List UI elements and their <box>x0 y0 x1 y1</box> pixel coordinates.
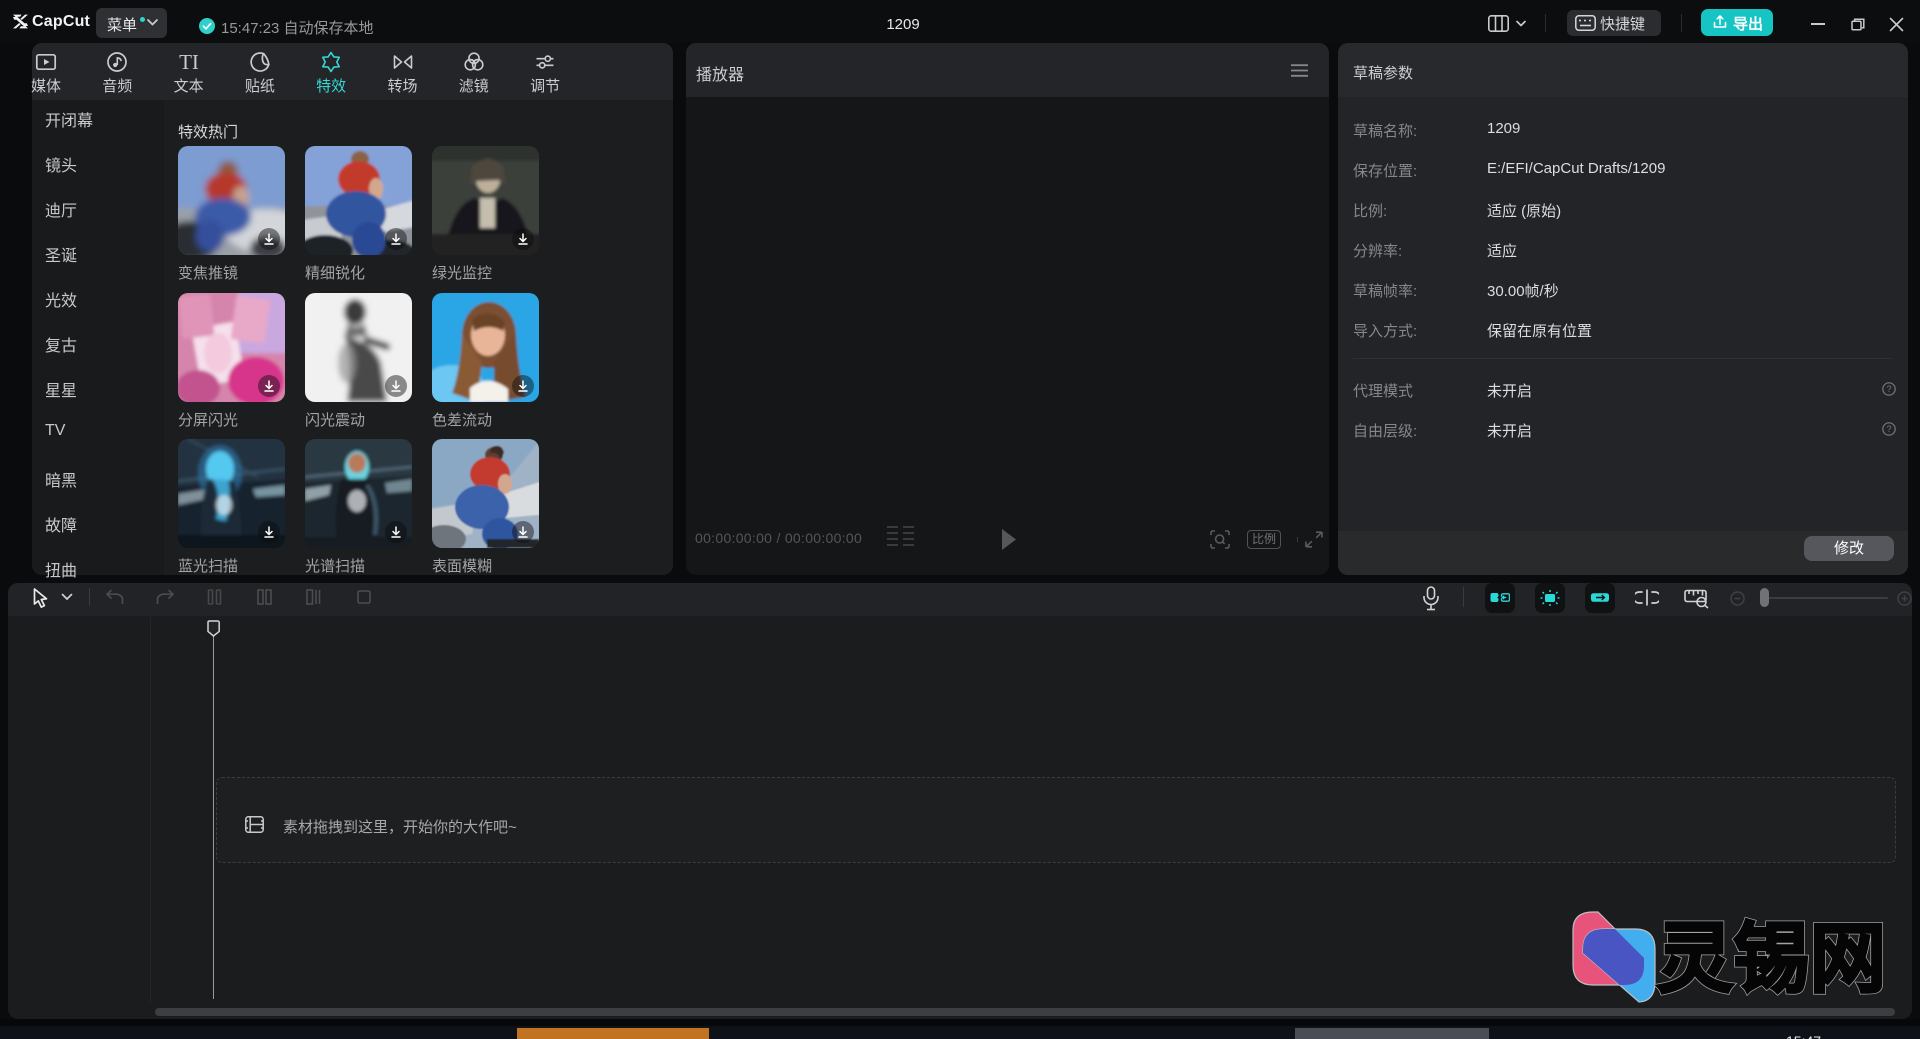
svg-text:?: ? <box>1886 424 1891 434</box>
svg-text:?: ? <box>1886 384 1891 394</box>
svg-text:TI: TI <box>179 50 199 74</box>
